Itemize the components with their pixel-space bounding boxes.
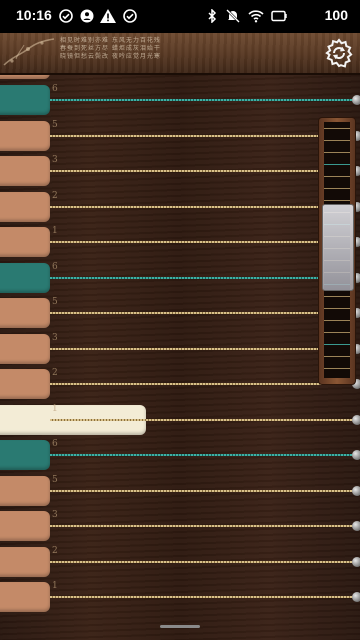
bluetooth-icon <box>208 9 217 23</box>
battery-icon <box>271 10 287 22</box>
mini-string <box>324 200 350 201</box>
string-note-label: 6 <box>52 84 58 94</box>
poem-line: 相见时难别亦难 东风无力百花残 <box>60 37 161 44</box>
guzheng-string[interactable] <box>50 489 355 492</box>
status-time: 10:16 <box>16 7 52 23</box>
string-key[interactable] <box>0 440 50 470</box>
guzheng-string[interactable] <box>50 560 355 563</box>
string-note-label: 6 <box>52 439 58 449</box>
mini-string <box>324 368 350 369</box>
guzheng-string[interactable] <box>50 383 355 385</box>
string-key[interactable] <box>0 156 50 186</box>
mini-string <box>324 356 350 357</box>
string-note-label: 2 <box>52 545 58 556</box>
string-note-label: 2 <box>52 368 58 378</box>
mini-string <box>324 164 350 165</box>
mini-string <box>324 308 350 309</box>
string-key[interactable] <box>0 511 50 541</box>
tuning-peg <box>352 592 360 602</box>
gear-refresh-icon <box>325 38 353 68</box>
string-note-label: 2 <box>52 190 58 201</box>
guzheng-string[interactable] <box>50 525 355 527</box>
warning-icon <box>100 9 116 23</box>
check-circle-icon <box>59 9 73 23</box>
mini-string <box>324 152 350 153</box>
guzheng-string[interactable] <box>50 596 355 598</box>
guzheng-string[interactable] <box>50 312 355 314</box>
mini-string <box>324 188 350 189</box>
tuning-peg <box>352 521 360 531</box>
string-note-label: 5 <box>52 474 58 485</box>
guzheng-string[interactable] <box>50 205 355 208</box>
tuning-peg <box>352 95 360 105</box>
string-note-label: 1 <box>52 226 58 236</box>
string-key[interactable] <box>0 546 50 577</box>
string-key[interactable] <box>0 298 50 328</box>
user-circle-icon <box>80 9 94 23</box>
string-note-label: 3 <box>52 510 58 520</box>
string-key[interactable] <box>0 333 50 364</box>
check-circle-icon <box>123 9 137 23</box>
mini-string <box>324 176 350 177</box>
string-note-label: 3 <box>52 155 58 165</box>
string-key[interactable] <box>0 227 50 257</box>
partial-key[interactable] <box>0 75 50 79</box>
app-header: 相见时难别亦难 东风无力百花残 春蚕到死丝方尽 蜡炬成灰泪始干 晓镜但愁云鬓改 … <box>0 33 360 75</box>
guzheng-string[interactable] <box>50 347 355 350</box>
string-note-label: 5 <box>52 119 58 130</box>
mini-string <box>324 332 350 333</box>
string-key[interactable] <box>0 85 50 115</box>
string-key[interactable] <box>0 369 50 399</box>
guzheng-string[interactable] <box>50 99 355 101</box>
string-key[interactable] <box>0 191 50 222</box>
mini-string <box>324 320 350 321</box>
string-note-label: 5 <box>52 297 58 307</box>
guzheng-string[interactable] <box>50 276 355 279</box>
tuning-peg <box>352 485 360 496</box>
guzheng-board[interactable]: 6 5 3 2 1 6 5 3 2 1 6 5 3 2 1 <box>0 75 360 640</box>
guzheng-string[interactable] <box>50 418 355 421</box>
plum-branch-icon <box>3 38 55 66</box>
string-note-label: 1 <box>52 581 58 591</box>
calligraphy-poem: 相见时难别亦难 东风无力百花残 春蚕到死丝方尽 蜡炬成灰泪始干 晓镜但愁云鬓改 … <box>60 37 170 61</box>
wifi-icon <box>248 10 264 23</box>
mini-string <box>324 296 350 297</box>
tuning-peg <box>352 556 360 567</box>
string-key[interactable] <box>0 582 50 612</box>
guzheng-string[interactable] <box>50 454 355 456</box>
status-bar: 10:16 100 <box>0 0 360 33</box>
string-key[interactable] <box>0 475 50 506</box>
mute-icon <box>226 9 240 23</box>
guzheng-string[interactable] <box>50 134 355 137</box>
string-key[interactable] <box>0 120 50 151</box>
tuning-peg <box>352 414 360 425</box>
mini-string <box>324 128 350 129</box>
settings-button[interactable] <box>322 36 356 70</box>
poem-line: 晓镜但愁云鬓改 夜吟应觉月光寒 <box>60 53 161 60</box>
string-note-label: 6 <box>52 261 58 272</box>
string-note-label: 3 <box>52 332 58 343</box>
navigator-thumb[interactable] <box>322 204 354 291</box>
poem-line: 春蚕到死丝方尽 蜡炬成灰泪始干 <box>60 45 161 52</box>
string-key[interactable] <box>0 262 50 293</box>
battery-level: 100 <box>324 7 348 23</box>
guzheng-string[interactable] <box>50 170 355 172</box>
home-indicator[interactable] <box>160 625 200 628</box>
mini-string <box>324 344 350 345</box>
guzheng-string[interactable] <box>50 241 355 243</box>
string-note-label: 1 <box>52 403 58 414</box>
tuning-peg <box>352 450 360 460</box>
mini-string <box>324 140 350 141</box>
